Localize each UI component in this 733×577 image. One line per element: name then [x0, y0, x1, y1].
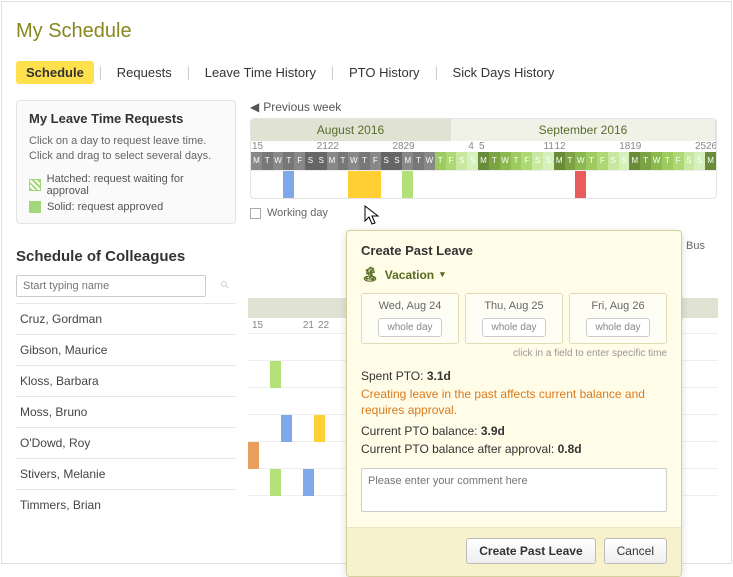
hint-text: click in a field to enter specific time: [361, 348, 667, 359]
legend-solid: Solid: request approved: [29, 201, 223, 213]
tab-sick-history[interactable]: Sick Days History: [443, 61, 565, 84]
weekday-row: MTWTFSSMTWTFSSMTWTFSSMTWTFSSMTWTFSSMTWTF…: [251, 152, 716, 170]
calendar-legend: Working day: [250, 207, 717, 219]
leave-requests-panel: My Leave Time Requests Click on a day to…: [16, 100, 236, 224]
prev-week-link[interactable]: ◀ Previous week: [250, 100, 717, 114]
balance-after-line: Current PTO balance after approval: 0.8d: [361, 442, 667, 456]
my-calendar[interactable]: August 2016 September 2016 1521222829451…: [250, 118, 717, 199]
day-column: Thu, Aug 25 whole day: [465, 293, 563, 344]
tab-pto-history[interactable]: PTO History: [339, 61, 430, 84]
list-item[interactable]: Gibson, Maurice: [16, 334, 236, 365]
duration-input[interactable]: whole day: [378, 318, 441, 337]
tab-divider: [332, 66, 333, 80]
hatched-swatch: [29, 179, 41, 191]
day-date: Fri, Aug 26: [578, 300, 658, 312]
solid-swatch: [29, 201, 41, 213]
colleague-list: Cruz, Gordman Gibson, Maurice Kloss, Bar…: [16, 303, 236, 520]
warning-text: Creating leave in the past affects curre…: [361, 387, 667, 418]
date-header-row: 152122282945111218192526: [251, 141, 716, 152]
chevron-left-icon: ◀: [250, 100, 259, 114]
tab-bar: Schedule Requests Leave Time History PTO…: [16, 61, 717, 84]
list-item[interactable]: Kloss, Barbara: [16, 365, 236, 396]
list-item[interactable]: Stivers, Melanie: [16, 458, 236, 489]
day-date: Thu, Aug 25: [474, 300, 554, 312]
panel-heading: My Leave Time Requests: [29, 111, 223, 126]
list-item[interactable]: Timmers, Brian: [16, 489, 236, 520]
month-label: August 2016: [251, 119, 451, 141]
tab-schedule[interactable]: Schedule: [16, 61, 94, 84]
tab-requests[interactable]: Requests: [107, 61, 182, 84]
legend-hatched: Hatched: request waiting for approval: [29, 173, 223, 197]
list-item[interactable]: Cruz, Gordman: [16, 303, 236, 334]
page-title: My Schedule: [16, 20, 717, 43]
create-leave-button[interactable]: Create Past Leave: [466, 538, 595, 564]
create-leave-popup: Create Past Leave 🏝 Vacation ▾ Wed, Aug …: [346, 230, 682, 577]
my-schedule-row[interactable]: [251, 170, 716, 198]
palm-tree-icon: 🏝: [361, 266, 379, 283]
search-icon: [220, 280, 230, 290]
chevron-down-icon: ▾: [440, 269, 445, 280]
checkbox-icon[interactable]: [250, 208, 261, 219]
day-column: Fri, Aug 26 whole day: [569, 293, 667, 344]
duration-input[interactable]: whole day: [586, 318, 649, 337]
legend-text-fragment: Bus: [686, 240, 705, 252]
month-label: September 2016: [451, 119, 716, 141]
panel-description: Click on a day to request leave time. Cl…: [29, 134, 223, 165]
duration-input[interactable]: whole day: [482, 318, 545, 337]
legend-label: Solid: request approved: [47, 201, 163, 213]
balance-line: Current PTO balance: 3.9d: [361, 424, 667, 438]
tab-divider: [436, 66, 437, 80]
search-input[interactable]: [16, 275, 206, 297]
legend-label: Hatched: request waiting for approval: [47, 173, 223, 197]
tab-divider: [188, 66, 189, 80]
leave-type-selector[interactable]: 🏝 Vacation ▾: [361, 266, 667, 283]
prev-week-label: Previous week: [263, 100, 341, 114]
comment-input[interactable]: [361, 468, 667, 512]
leave-type-label: Vacation: [385, 268, 434, 282]
list-item[interactable]: O'Dowd, Roy: [16, 427, 236, 458]
spent-pto-line: Spent PTO: 3.1d: [361, 369, 667, 383]
tab-leave-history[interactable]: Leave Time History: [195, 61, 326, 84]
tab-divider: [100, 66, 101, 80]
day-column: Wed, Aug 24 whole day: [361, 293, 459, 344]
cancel-button[interactable]: Cancel: [604, 538, 667, 564]
popup-title: Create Past Leave: [361, 243, 667, 258]
list-item[interactable]: Moss, Bruno: [16, 396, 236, 427]
colleagues-heading: Schedule of Colleagues: [16, 248, 236, 265]
day-date: Wed, Aug 24: [370, 300, 450, 312]
working-day-label: Working day: [267, 207, 328, 219]
